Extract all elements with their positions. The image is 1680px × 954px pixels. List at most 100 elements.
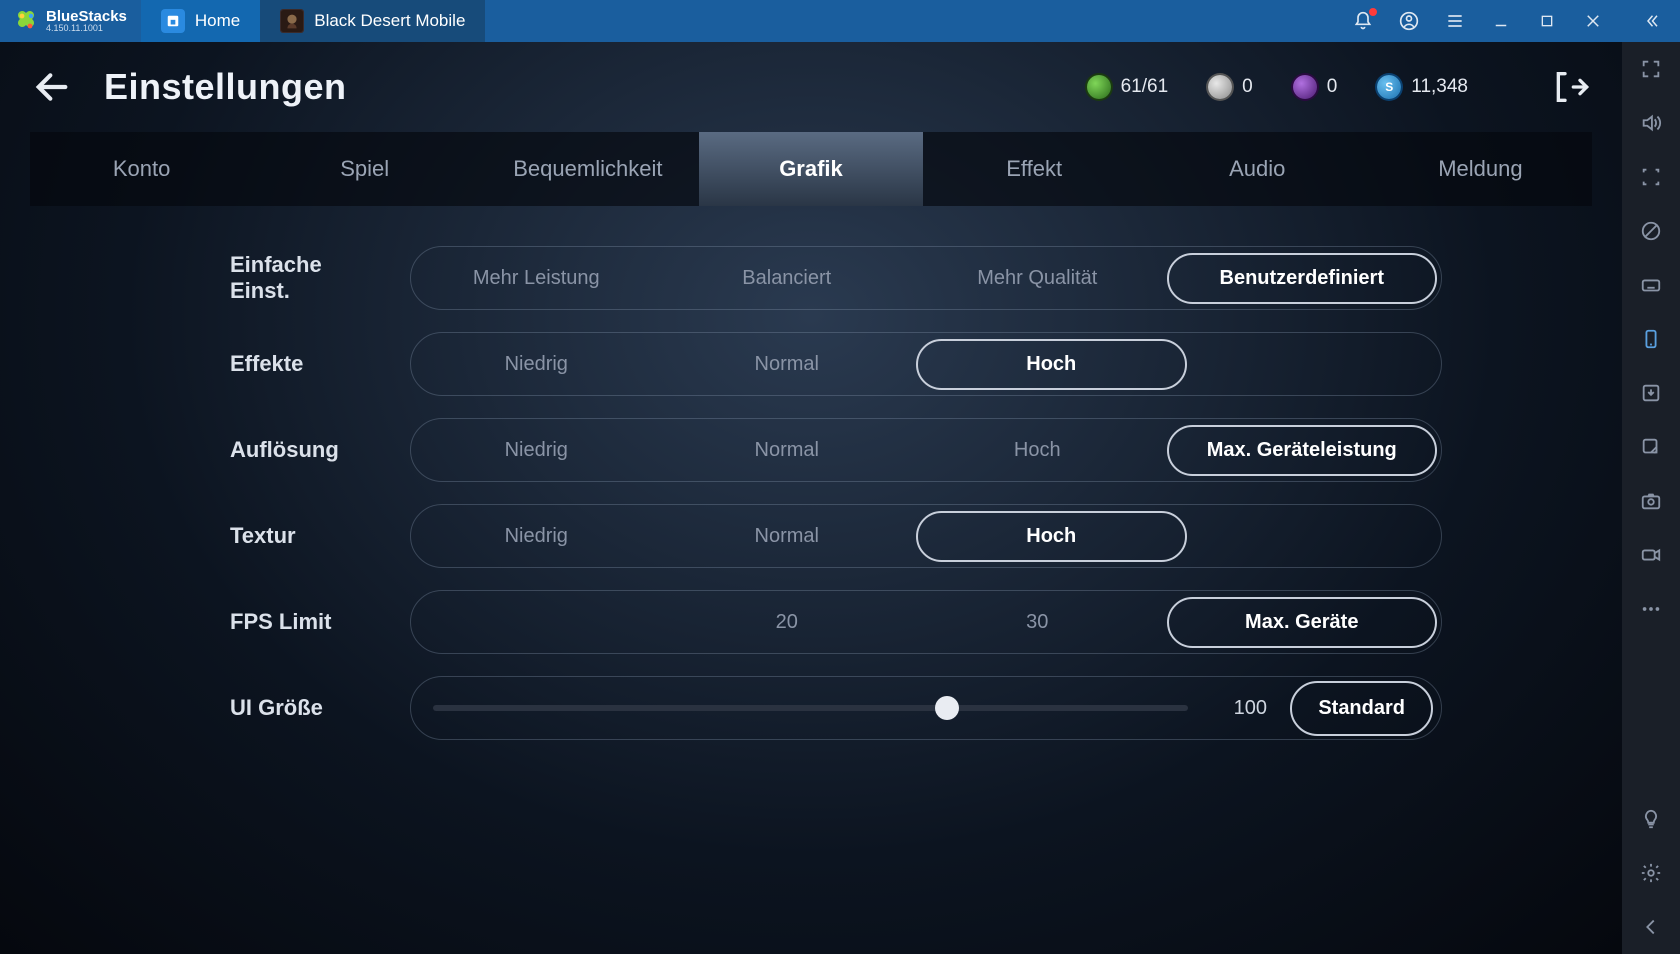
ui-size-standard-button[interactable]: Standard xyxy=(1290,681,1433,736)
resource-silver-value: 0 xyxy=(1242,76,1253,98)
option[interactable]: 30 xyxy=(912,605,1163,640)
bluestacks-icon xyxy=(14,9,38,33)
currency-icon: S xyxy=(1377,75,1401,99)
notifications-icon[interactable] xyxy=(1352,10,1374,32)
pearl-icon xyxy=(1293,75,1317,99)
resource-bar: 61/61 0 0 S 11,348 xyxy=(1087,75,1468,99)
close-icon[interactable] xyxy=(1582,10,1604,32)
energy-icon xyxy=(1087,75,1111,99)
option[interactable]: Balanciert xyxy=(662,261,913,296)
option-group: NiedrigNormalHochMax. Geräteleistung xyxy=(410,418,1442,482)
titlebar-controls xyxy=(1334,0,1680,42)
option[interactable]: Hoch xyxy=(916,511,1187,562)
more-icon[interactable] xyxy=(1638,596,1664,622)
ui-size-slider[interactable] xyxy=(433,705,1188,711)
titlebar: BlueStacks 4.150.11.1001 Home Black Dese… xyxy=(0,0,1680,42)
option[interactable]: Normal xyxy=(662,347,913,382)
option-group: Mehr LeistungBalanciertMehr QualitätBenu… xyxy=(410,246,1442,310)
settings-tabs: KontoSpielBequemlichkeitGrafikEffektAudi… xyxy=(30,132,1592,206)
option-group: NiedrigNormalHoch xyxy=(410,504,1442,568)
option[interactable]: Niedrig xyxy=(411,347,662,382)
setting-row: Effekte NiedrigNormalHoch xyxy=(230,332,1442,396)
resource-pearl-value: 0 xyxy=(1327,76,1338,98)
option[interactable]: Benutzerdefiniert xyxy=(1167,253,1438,304)
back-button[interactable] xyxy=(30,65,74,109)
game-viewport: Einstellungen 61/61 0 0 S 11,348 xyxy=(0,42,1622,954)
phone-icon[interactable] xyxy=(1638,326,1664,352)
sidebar-collapse-icon[interactable] xyxy=(1640,10,1662,32)
keyboard-icon[interactable] xyxy=(1638,272,1664,298)
tab-game[interactable]: Black Desert Mobile xyxy=(260,0,485,42)
game-header: Einstellungen 61/61 0 0 S 11,348 xyxy=(0,42,1622,132)
option[interactable]: Mehr Leistung xyxy=(411,261,662,296)
option[interactable]: Hoch xyxy=(916,339,1187,390)
fullscreen-icon[interactable] xyxy=(1638,56,1664,82)
side-rail xyxy=(1622,42,1680,954)
setting-row: Einfache Einst. Mehr LeistungBalanciertMe… xyxy=(230,246,1442,310)
record-icon[interactable] xyxy=(1638,542,1664,568)
shortcut-icon[interactable] xyxy=(1638,434,1664,460)
resource-silver[interactable]: 0 xyxy=(1208,75,1253,99)
settings-tab-konto[interactable]: Konto xyxy=(30,132,253,206)
setting-row: Auflösung NiedrigNormalHochMax. Gerätelei… xyxy=(230,418,1442,482)
option[interactable]: Mehr Qualität xyxy=(912,261,1163,296)
locate-icon[interactable] xyxy=(1638,164,1664,190)
option[interactable]: Niedrig xyxy=(411,519,662,554)
settings-tab-spiel[interactable]: Spiel xyxy=(253,132,476,206)
logo-name: BlueStacks xyxy=(46,9,127,24)
option[interactable]: Normal xyxy=(662,433,913,468)
game-app-icon xyxy=(280,9,304,33)
option-group: 2030Max. Geräte xyxy=(410,590,1442,654)
resource-energy[interactable]: 61/61 xyxy=(1087,75,1169,99)
setting-label: Effekte xyxy=(230,351,370,377)
resource-currency-value: 11,348 xyxy=(1411,76,1468,98)
setting-row-ui-size: UI Größe 100Standard xyxy=(230,676,1442,740)
install-apk-icon[interactable] xyxy=(1638,380,1664,406)
settings-panel: Einfache Einst. Mehr LeistungBalanciertMe… xyxy=(0,206,1622,740)
option[interactable]: Max. Geräte xyxy=(1167,597,1438,648)
setting-row: FPS Limit 2030Max. Geräte xyxy=(230,590,1442,654)
settings-tab-meldung[interactable]: Meldung xyxy=(1369,132,1592,206)
page-title: Einstellungen xyxy=(104,66,347,108)
home-icon xyxy=(161,9,185,33)
settings-tab-grafik[interactable]: Grafik xyxy=(699,132,922,206)
account-icon[interactable] xyxy=(1398,10,1420,32)
visibility-off-icon[interactable] xyxy=(1638,218,1664,244)
settings-tab-effekt[interactable]: Effekt xyxy=(923,132,1146,206)
settings-tab-bequemlichkeit[interactable]: Bequemlichkeit xyxy=(476,132,699,206)
settings-tab-audio[interactable]: Audio xyxy=(1146,132,1369,206)
slider-thumb[interactable] xyxy=(935,696,959,720)
silver-icon xyxy=(1208,75,1232,99)
option[interactable]: Max. Geräteleistung xyxy=(1167,425,1438,476)
screenshot-icon[interactable] xyxy=(1638,488,1664,514)
minimize-icon[interactable] xyxy=(1490,10,1512,32)
setting-label: Textur xyxy=(230,523,370,549)
resource-currency[interactable]: S 11,348 xyxy=(1377,75,1468,99)
option[interactable]: 20 xyxy=(662,605,913,640)
setting-label: Auflösung xyxy=(230,437,370,463)
option-group: NiedrigNormalHoch xyxy=(410,332,1442,396)
tab-game-label: Black Desert Mobile xyxy=(314,11,465,31)
exit-button[interactable] xyxy=(1548,65,1592,109)
settings-icon[interactable] xyxy=(1638,860,1664,886)
option[interactable]: Normal xyxy=(662,519,913,554)
tips-icon[interactable] xyxy=(1638,806,1664,832)
menu-icon[interactable] xyxy=(1444,10,1466,32)
resource-pearl[interactable]: 0 xyxy=(1293,75,1338,99)
setting-label: FPS Limit xyxy=(230,609,370,635)
resource-energy-value: 61/61 xyxy=(1121,76,1169,98)
volume-icon[interactable] xyxy=(1638,110,1664,136)
back-nav-icon[interactable] xyxy=(1638,914,1664,940)
option[interactable]: Hoch xyxy=(912,433,1163,468)
tab-home[interactable]: Home xyxy=(141,0,260,42)
setting-label: Einfache Einst. xyxy=(230,252,370,305)
tab-home-label: Home xyxy=(195,11,240,31)
option[interactable]: Niedrig xyxy=(411,433,662,468)
ui-size-value: 100 xyxy=(1210,697,1290,720)
setting-label: UI Größe xyxy=(230,695,370,721)
logo-version: 4.150.11.1001 xyxy=(46,24,127,33)
ui-size-group: 100Standard xyxy=(410,676,1442,740)
setting-row: Textur NiedrigNormalHoch xyxy=(230,504,1442,568)
maximize-icon[interactable] xyxy=(1536,10,1558,32)
bluestacks-logo: BlueStacks 4.150.11.1001 xyxy=(0,0,141,42)
